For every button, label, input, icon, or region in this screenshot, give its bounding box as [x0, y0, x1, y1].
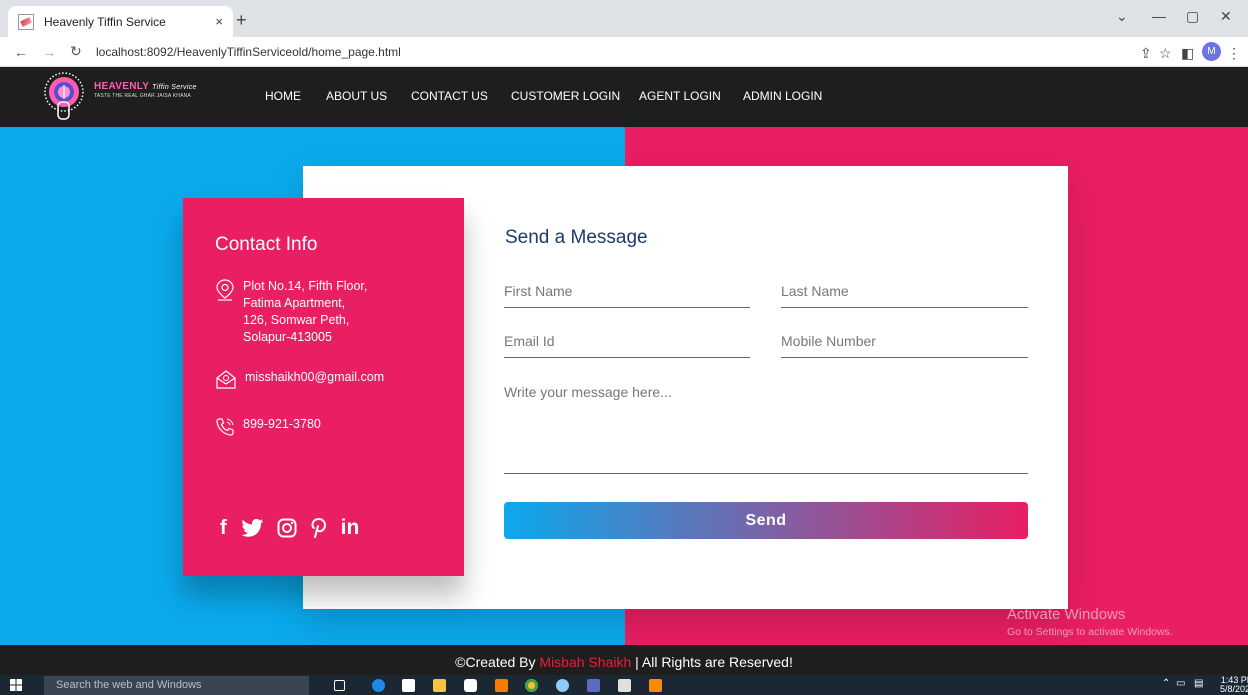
brand-name: HEAVENLY Tiffin Service TASTE THE REAL G… — [94, 81, 197, 99]
watermark-title: Activate Windows — [1007, 606, 1126, 623]
site-header: HEAVENLY Tiffin Service TASTE THE REAL G… — [0, 67, 1248, 127]
profile-avatar[interactable]: M — [1202, 42, 1221, 61]
nav-customer-login[interactable]: CUSTOMER LOGIN — [511, 89, 620, 103]
reload-icon[interactable]: ↻ — [70, 43, 82, 60]
twitter-icon[interactable] — [241, 519, 263, 537]
brand-tagline: TASTE THE REAL GHAR JAISA KHANA — [94, 93, 191, 99]
tab-title: Heavenly Tiffin Service — [44, 14, 166, 29]
url-field[interactable]: i localhost:8092/HeavenlyTiffinServiceol… — [96, 41, 1116, 125]
notification-icon[interactable]: ▤ — [1194, 678, 1203, 689]
task-view-icon[interactable] — [334, 680, 345, 691]
contact-info-panel: Contact Info Plot No.14, Fifth Floor, Fa… — [183, 198, 464, 576]
phone-icon — [216, 418, 234, 436]
tray-clock[interactable]: 1:43 PM 5/8/2023 — [1220, 676, 1248, 694]
notes-icon[interactable] — [587, 679, 600, 692]
tab-search-icon[interactable]: ⌄ — [1116, 8, 1128, 25]
last-name-input[interactable]: Last Name — [781, 280, 1028, 308]
instagram-icon[interactable] — [277, 518, 297, 538]
url-text: localhost:8092/HeavenlyTiffinServiceold/… — [96, 45, 401, 59]
windows-start-icon[interactable] — [10, 679, 22, 691]
battery-icon[interactable]: ▭ — [1176, 678, 1185, 689]
location-icon — [216, 279, 234, 301]
mobile-input[interactable]: Mobile Number — [781, 330, 1028, 358]
app-icon[interactable] — [556, 679, 569, 692]
phone-row: 899-921-3780 — [215, 416, 321, 437]
clock-date: 5/8/2023 — [1220, 684, 1248, 694]
send-button[interactable]: Send — [504, 502, 1028, 539]
camera-icon[interactable] — [464, 679, 477, 692]
linkedin-icon[interactable]: in — [341, 516, 360, 540]
message-textarea[interactable]: Write your message here... — [504, 381, 1028, 474]
tab-close-button[interactable]: × — [215, 14, 223, 29]
footer-prefix: ©Created By — [455, 654, 540, 670]
email-input[interactable]: Email Id — [504, 330, 750, 358]
activate-windows-watermark: Activate Windows Go to Settings to activ… — [1007, 606, 1173, 638]
xampp-icon[interactable] — [649, 679, 662, 692]
maximize-button[interactable]: ▢ — [1186, 8, 1199, 25]
browser-tab[interactable]: Heavenly Tiffin Service × — [8, 6, 233, 37]
window-close-button[interactable]: ✕ — [1220, 8, 1232, 25]
watermark-subtitle: Go to Settings to activate Windows. — [1007, 626, 1173, 638]
nav-contact-us[interactable]: CONTACT US — [411, 89, 488, 103]
menu-kebab-icon[interactable]: ⋮ — [1227, 45, 1241, 62]
address-bar-row: ← → ↻ i localhost:8092/HeavenlyTiffinSer… — [0, 37, 1248, 125]
nav-agent-login[interactable]: AGENT LOGIN — [639, 89, 721, 103]
minimize-button[interactable]: — — [1152, 8, 1166, 24]
forward-icon[interactable]: → — [42, 44, 56, 60]
favicon-icon — [18, 13, 34, 30]
brand-logo[interactable] — [36, 72, 92, 120]
browser-tab-bar: Heavenly Tiffin Service × + ⌄ — ▢ ✕ — [0, 0, 1248, 37]
windows-taskbar: Search the web and Windows ⌃ ▭ ▤ 1:43 PM… — [0, 675, 1248, 695]
photos-icon[interactable] — [618, 679, 631, 692]
nav-home[interactable]: HOME — [265, 89, 301, 103]
edge-icon[interactable] — [372, 679, 385, 692]
email-row: misshaikh00@gmail.com — [215, 369, 384, 390]
facebook-icon[interactable]: f — [220, 517, 227, 540]
site-footer: ©Created By Misbah Shaikh | All Rights a… — [0, 645, 1248, 675]
address-line: Plot No.14, Fifth Floor, — [243, 279, 368, 293]
store-icon[interactable] — [402, 679, 415, 692]
file-explorer-icon[interactable] — [433, 679, 446, 692]
pinterest-icon[interactable] — [311, 518, 327, 538]
footer-suffix: | All Rights are Reserved! — [631, 654, 793, 670]
new-tab-button[interactable]: + — [236, 10, 247, 31]
contact-info-title: Contact Info — [215, 234, 318, 255]
address-line: Fatima Apartment, — [243, 296, 346, 310]
tray-chevron-icon[interactable]: ⌃ — [1162, 678, 1170, 689]
social-links: f in — [220, 516, 359, 540]
nav-about-us[interactable]: ABOUT US — [326, 89, 387, 103]
phone-text[interactable]: 899-921-3780 — [243, 416, 321, 437]
footer-author: Misbah Shaikh — [539, 654, 632, 670]
side-panel-icon[interactable]: ◧ — [1181, 45, 1194, 62]
address-line: 126, Somwar Peth, — [243, 313, 350, 327]
email-icon — [216, 370, 236, 389]
brand-main: HEAVENLY — [94, 81, 150, 92]
address-row: Plot No.14, Fifth Floor, Fatima Apartmen… — [215, 278, 367, 346]
address-line: Solapur-413005 — [243, 330, 332, 344]
chrome-icon[interactable] — [525, 679, 538, 692]
back-icon[interactable]: ← — [14, 44, 28, 60]
bookmark-star-icon[interactable]: ☆ — [1159, 45, 1172, 62]
nav-admin-login[interactable]: ADMIN LOGIN — [743, 89, 822, 103]
email-text[interactable]: misshaikh00@gmail.com — [245, 369, 384, 390]
brand-script: Tiffin Service — [152, 84, 197, 91]
sublime-icon[interactable] — [495, 679, 508, 692]
taskbar-search-input[interactable]: Search the web and Windows — [44, 676, 309, 695]
form-title: Send a Message — [505, 227, 648, 248]
first-name-input[interactable]: First Name — [504, 280, 750, 308]
share-icon[interactable]: ⇪ — [1140, 45, 1152, 62]
